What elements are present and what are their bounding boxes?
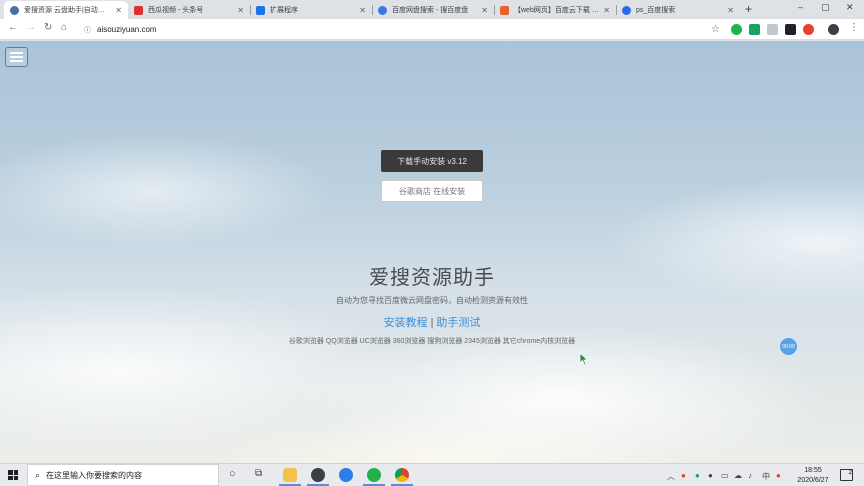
extension-icon[interactable] [767, 24, 778, 35]
xigua-favicon-icon [134, 5, 143, 15]
search-icon: ⌕ [35, 469, 41, 480]
home-button[interactable]: ⌂ [61, 22, 67, 33]
tab-baidupan-search[interactable]: 百度网盘搜索 - 搜百度盘 ✕ [372, 1, 494, 19]
clock-date: 2020/6/27 [797, 477, 829, 484]
page-subtitle: 自动为您寻找百度微云网盘密码，自动检测资源有效性 [336, 296, 528, 305]
tab-title: 西瓜视频 - 头条号 [148, 7, 204, 14]
minimize-button[interactable]: – [798, 2, 803, 12]
tab-close-icon[interactable]: ✕ [359, 6, 366, 15]
browser-toolbar: ← → ↻ ⌂ ⓘ aisouziyuan.com ☆ ⋮ [0, 19, 864, 40]
tray-red-app-icon[interactable]: ● [776, 471, 781, 480]
network-icon[interactable]: ▭ [721, 471, 729, 480]
link-separator: | [430, 317, 434, 329]
baidu-favicon-icon [622, 5, 631, 15]
mouse-cursor-icon [579, 352, 589, 366]
profile-avatar-icon[interactable] [828, 24, 839, 35]
hamburger-menu-icon[interactable] [5, 47, 28, 67]
windows-start-icon[interactable] [8, 470, 18, 480]
page-title: 爱搜资源助手 [369, 267, 495, 289]
aisou-favicon-icon [10, 5, 19, 15]
tab-extensions[interactable]: 扩展程序 ✕ [250, 1, 372, 19]
maximize-button[interactable]: ▢ [821, 2, 830, 13]
gift-extension-icon[interactable] [785, 24, 796, 35]
whatsapp-extension-icon[interactable] [731, 24, 742, 35]
windows-taskbar: ⌕ 在这里输入你要搜索的内容 ○ ⧉ ︿ ● ● ● ▭ ☁ ♪ 中 ● 18:… [0, 463, 864, 486]
timer-badge[interactable]: 00:00 [778, 336, 799, 357]
tab-ps-baidu[interactable]: ps_百度搜索 ✕ [616, 1, 740, 19]
tab-close-icon[interactable]: ✕ [481, 6, 488, 15]
taskbar-clock[interactable]: 18:55 2020/6/27 [793, 466, 833, 486]
download-manual-install-button[interactable]: 下载手动安装 v3.12 [381, 150, 483, 172]
tab-title: ps_百度搜索 [636, 7, 676, 14]
help-links: 安装教程 | 助手测试 [0, 314, 864, 330]
taskbar-search-box[interactable]: ⌕ 在这里输入你要搜索的内容 [27, 464, 219, 486]
web-favicon-icon [500, 5, 509, 15]
tab-close-icon[interactable]: ✕ [603, 6, 610, 15]
info-icon[interactable]: ⓘ [84, 25, 91, 35]
volume-icon[interactable]: ♪ [748, 471, 752, 480]
new-tab-button[interactable]: + [745, 2, 752, 16]
baidupan-favicon-icon [378, 5, 387, 15]
file-explorer-icon[interactable] [283, 468, 297, 482]
address-bar[interactable]: ⓘ aisouziyuan.com ☆ [78, 21, 726, 38]
reload-button[interactable]: ↻ [44, 22, 52, 33]
cortana-circle-icon[interactable]: ○ [229, 468, 236, 480]
clock-time: 18:55 [804, 467, 822, 474]
tab-close-icon[interactable]: ✕ [115, 6, 122, 15]
forward-button[interactable]: → [26, 22, 36, 33]
tab-title: 百度网盘搜索 - 搜百度盘 [392, 7, 469, 14]
whatsapp-icon[interactable] [367, 468, 381, 482]
tab-strip: 爱搜资源 云盘助手|自动为您… ✕ 西瓜视频 - 头条号 ✕ 扩展程序 ✕ 百度… [0, 0, 864, 19]
bookmark-star-icon[interactable]: ☆ [711, 24, 720, 35]
page-content: 下载手动安装 v3.12 谷歌商店 在线安装 爱搜资源助手 自动为您寻找百度微云… [0, 41, 864, 463]
tab-web-download[interactable]: 【web网页】百度云下载 - 【… ✕ [494, 1, 616, 19]
tray-mic-icon[interactable]: ● [708, 471, 713, 480]
supported-browsers-text: 谷歌浏览器 QQ浏览器 UC浏览器 360浏览器 搜狗浏览器 2345浏览器 其… [288, 338, 576, 345]
helper-test-link[interactable]: 助手测试 [436, 317, 480, 329]
notification-center-icon[interactable]: 2 [840, 469, 853, 481]
close-window-button[interactable]: ✕ [846, 2, 854, 13]
cloud-icon[interactable]: ☁ [734, 471, 742, 480]
tab-title: 爱搜资源 云盘助手|自动为您… [24, 7, 112, 14]
tab-title: 【web网页】百度云下载 - 【… [514, 7, 599, 14]
back-button[interactable]: ← [8, 22, 18, 33]
tab-aisou[interactable]: 爱搜资源 云盘助手|自动为您… ✕ [4, 1, 128, 19]
notification-count: 2 [848, 470, 852, 476]
app-icon[interactable] [311, 468, 325, 482]
tray-app-icon[interactable]: ● [681, 471, 686, 480]
chrome-store-install-button[interactable]: 谷歌商店 在线安装 [381, 180, 483, 202]
tab-close-icon[interactable]: ✕ [727, 6, 734, 15]
search-placeholder[interactable]: 在这里输入你要搜索的内容 [46, 470, 142, 481]
puzzle-icon [256, 5, 265, 15]
address-url[interactable]: aisouziyuan.com [97, 25, 157, 34]
edge-browser-icon[interactable] [339, 468, 353, 482]
chrome-icon[interactable] [395, 468, 409, 482]
menu-kebab-icon[interactable]: ⋮ [849, 22, 859, 33]
chevron-up-icon[interactable]: ︿ [667, 471, 675, 482]
install-tutorial-link[interactable]: 安装教程 [384, 317, 428, 329]
tab-title: 扩展程序 [270, 7, 298, 14]
tab-xigua[interactable]: 西瓜视频 - 头条号 ✕ [128, 1, 250, 19]
task-view-icon[interactable]: ⧉ [255, 468, 262, 479]
shield-extension-icon[interactable] [749, 24, 760, 35]
tray-shield-icon[interactable]: ● [695, 471, 700, 480]
ime-indicator[interactable]: 中 [762, 471, 770, 482]
red-extension-icon[interactable] [803, 24, 814, 35]
tab-close-icon[interactable]: ✕ [237, 6, 244, 15]
